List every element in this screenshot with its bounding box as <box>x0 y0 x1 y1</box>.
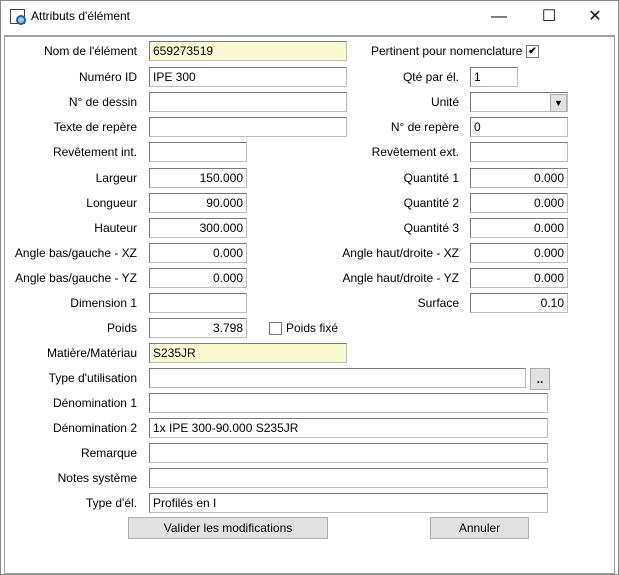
attributes-dialog: Attributs d'élément — ☐ ✕ Nom de l'éléme… <box>0 0 619 575</box>
field-type-d-utilisation[interactable] <box>149 368 526 388</box>
field-nume-ro-id[interactable]: IPE 300 <box>149 67 347 87</box>
label-angle-bas-gauche-xz: Angle bas/gauche - XZ <box>14 246 137 260</box>
field-quantite-3[interactable]: 0.000 <box>470 218 568 238</box>
label-type-d-utilisation: Type d'utilisation <box>48 371 137 385</box>
field-n-de-dessin[interactable] <box>149 92 347 112</box>
label-texte-de-repe-re: Texte de repère <box>53 120 137 134</box>
field-n-de-repe-re[interactable]: 0 <box>470 117 568 137</box>
label-n-de-repe-re: N° de repère <box>390 120 459 134</box>
app-icon <box>10 9 26 25</box>
title-bar: Attributs d'élément — ☐ ✕ <box>1 1 618 33</box>
field-type-d-e-l[interactable]: Profilés en I <box>149 493 548 513</box>
label-notes-syste-me: Notes système <box>57 471 137 485</box>
label-qte-par-e-l: Qté par él. <box>402 70 459 84</box>
label-de-nomination-1: Dénomination 1 <box>52 396 137 410</box>
form-panel: Nom de l'élément 659273519 Numéro ID IPE 30… <box>4 35 615 574</box>
field-quantite-2[interactable]: 0.000 <box>470 193 568 213</box>
label-angle-bas-gauche-yz: Angle bas/gauche - YZ <box>15 271 137 285</box>
apply-button[interactable]: Valider les modifications <box>128 517 328 539</box>
nomenclature-checkbox[interactable]: ✔ <box>526 45 539 58</box>
label-largeur: Largeur <box>95 171 137 185</box>
label-hauteur: Hauteur <box>94 221 137 235</box>
type-utilisation-browse-button[interactable]: .. <box>530 368 550 390</box>
field-angle-haut-droite-xz[interactable]: 0.000 <box>470 243 568 263</box>
label-longueur: Longueur <box>86 196 137 210</box>
field-longueur[interactable]: 90.000 <box>149 193 247 213</box>
field-hauteur[interactable]: 300.000 <box>149 218 247 238</box>
field-quantite-1[interactable]: 0.000 <box>470 168 568 188</box>
label-angle-haut-droite-xz: Angle haut/droite - XZ <box>342 246 459 260</box>
label-matie-re-mate-riau: Matière/Matériau <box>46 346 137 360</box>
field-dimension-1[interactable] <box>149 293 247 313</box>
label-angle-haut-droite-yz: Angle haut/droite - YZ <box>342 271 459 285</box>
field-remarque[interactable] <box>149 443 548 463</box>
field-largeur[interactable]: 150.000 <box>149 168 247 188</box>
label-dimension-1: Dimension 1 <box>70 296 137 310</box>
label-nume-ro-id: Numéro ID <box>78 70 137 84</box>
label-poids: Poids <box>106 321 137 335</box>
field-de-nomination-1[interactable] <box>149 393 548 413</box>
field-angle-bas-gauche-xz[interactable]: 0.000 <box>149 243 247 263</box>
field-qte-par-e-l[interactable]: 1 <box>470 67 518 87</box>
label-nom-de-l-e-le-ment: Nom de l'élément <box>44 44 137 58</box>
label-reve-tement-int: Revêtement int. <box>52 145 137 159</box>
label-quantite-2: Quantité 2 <box>403 196 459 210</box>
label-unite: Unité <box>430 95 459 109</box>
field-surface[interactable]: 0.10 <box>470 293 568 313</box>
field-texte-de-repe-re[interactable] <box>149 117 347 137</box>
label-pertinent-pour-nomenclature: Pertinent pour nomenclature <box>371 44 523 58</box>
label-quantite-1: Quantité 1 <box>403 171 459 185</box>
label-surface: Surface <box>417 296 459 310</box>
field-matie-re-mate-riau[interactable]: S235JR <box>149 343 347 363</box>
field-reve-tement-ext[interactable] <box>470 142 568 162</box>
poids-fixe-label: Poids fixé <box>286 321 339 335</box>
unite-dropdown-arrow-icon[interactable]: ▼ <box>550 94 567 112</box>
label-remarque: Remarque <box>80 446 137 460</box>
field-angle-haut-droite-yz[interactable]: 0.000 <box>470 268 568 288</box>
field-poids[interactable]: 3.798 <box>149 318 247 338</box>
label-quantite-3: Quantité 3 <box>403 221 459 235</box>
field-reve-tement-int[interactable] <box>149 142 247 162</box>
poids-fixe-checkbox[interactable] <box>269 322 282 335</box>
field-de-nomination-2[interactable]: 1x IPE 300-90.000 S235JR <box>149 418 548 438</box>
field-nom-de-l-e-le-ment[interactable]: 659273519 <box>149 41 347 61</box>
label-n-de-dessin: N° de dessin <box>68 95 137 109</box>
field-angle-bas-gauche-yz[interactable]: 0.000 <box>149 268 247 288</box>
label-de-nomination-2: Dénomination 2 <box>52 421 137 435</box>
close-button[interactable]: ✕ <box>572 5 618 29</box>
maximize-button[interactable]: ☐ <box>526 5 572 29</box>
window-title: Attributs d'élément <box>31 9 131 23</box>
label-reve-tement-ext: Revêtement ext. <box>371 145 459 159</box>
label-type-d-e-l: Type d'él. <box>86 496 137 510</box>
field-notes-syste-me[interactable] <box>149 468 548 488</box>
minimize-button[interactable]: — <box>476 5 522 29</box>
cancel-button[interactable]: Annuler <box>430 517 529 539</box>
